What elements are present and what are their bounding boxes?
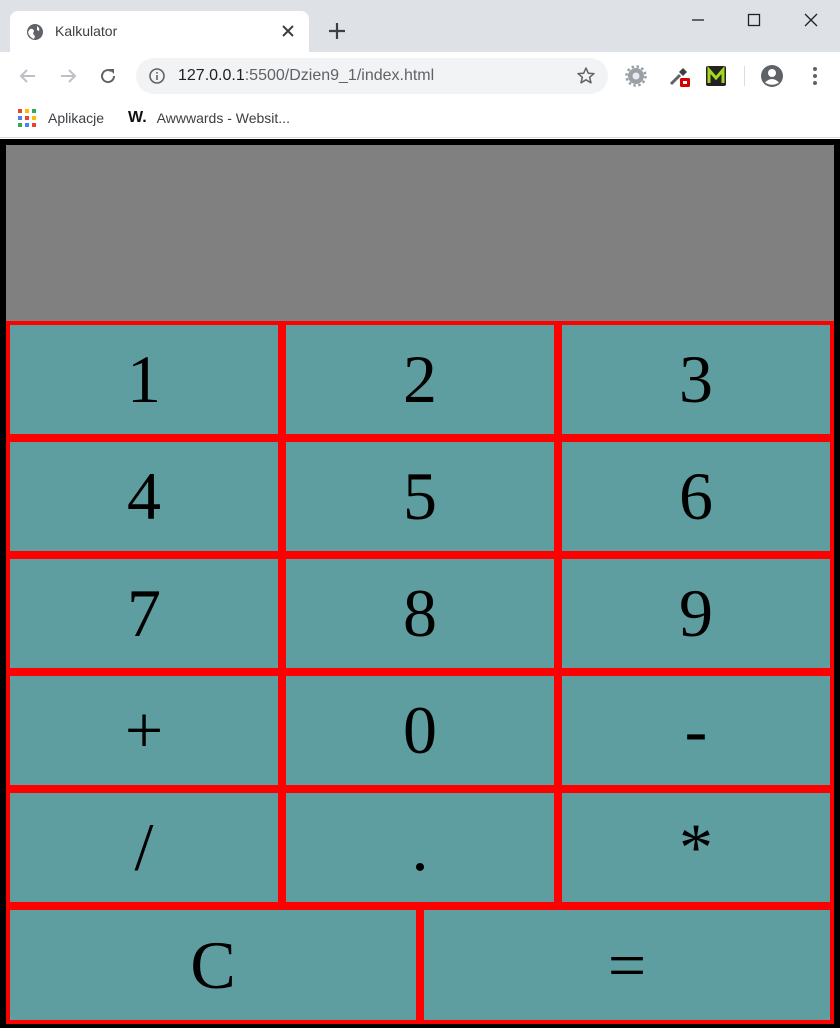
bookmark-apps[interactable]: Aplikacje: [18, 107, 104, 129]
key-minus[interactable]: -: [558, 672, 834, 789]
tab-title: Kalkulator: [55, 23, 118, 39]
active-tab[interactable]: Kalkulator: [10, 11, 309, 52]
globe-icon: [27, 24, 43, 40]
key-9[interactable]: 9: [558, 555, 834, 672]
key-multiply[interactable]: *: [558, 789, 834, 906]
site-info-icon[interactable]: [148, 67, 166, 85]
bookmark-apps-label: Aplikacje: [48, 110, 105, 126]
awwwards-logo-icon: W.: [128, 109, 147, 126]
url-text[interactable]: 127.0.0.1:5500/Dzien9_1/index.html: [178, 67, 434, 85]
calculator-page: 1 2 3 4 5 6 7 8 9 + 0 - / . * C =: [0, 139, 840, 1028]
bookmarks-bar: Aplikacje W. Awwwards - Websit...: [0, 100, 840, 138]
reload-icon[interactable]: [96, 64, 120, 88]
toolbar-separator: [744, 66, 745, 86]
back-arrow-icon[interactable]: [16, 64, 40, 88]
url-path: :5500/Dzien9_1/index.html: [244, 67, 435, 84]
key-divide[interactable]: /: [6, 789, 282, 906]
new-tab-icon[interactable]: [327, 21, 347, 41]
key-plus[interactable]: +: [6, 672, 282, 789]
key-6[interactable]: 6: [558, 438, 834, 555]
key-8[interactable]: 8: [282, 555, 558, 672]
url-host: 127.0.0.1: [178, 67, 245, 84]
key-equals[interactable]: =: [420, 906, 834, 1024]
key-4[interactable]: 4: [6, 438, 282, 555]
tab-strip: Kalkulator: [0, 0, 840, 52]
bookmark-star-icon[interactable]: [576, 66, 596, 86]
close-window-icon[interactable]: [799, 8, 823, 32]
key-1[interactable]: 1: [6, 321, 282, 438]
bookmark-awwwards[interactable]: W. Awwwards - Websit...: [128, 107, 290, 129]
apps-grid-icon: [18, 109, 36, 127]
browser-toolbar: 127.0.0.1:5500/Dzien9_1/index.html: [0, 52, 840, 100]
color-picker-extension-icon[interactable]: [667, 64, 691, 88]
gear-extension-icon[interactable]: [624, 64, 648, 88]
key-decimal-point[interactable]: .: [282, 789, 558, 906]
key-0[interactable]: 0: [282, 672, 558, 789]
forward-arrow-icon[interactable]: [56, 64, 80, 88]
key-5[interactable]: 5: [282, 438, 558, 555]
key-2[interactable]: 2: [282, 321, 558, 438]
kebab-menu-icon[interactable]: [803, 64, 827, 88]
key-clear[interactable]: C: [6, 906, 420, 1024]
close-tab-icon[interactable]: [280, 23, 296, 39]
calculator-display: [6, 145, 834, 321]
bookmark-awwwards-label: Awwwards - Websit...: [156, 110, 290, 126]
minimize-window-icon[interactable]: [686, 8, 710, 32]
m-extension-icon[interactable]: [704, 64, 728, 88]
key-3[interactable]: 3: [558, 321, 834, 438]
profile-avatar-icon[interactable]: [760, 64, 784, 88]
address-bar[interactable]: 127.0.0.1:5500/Dzien9_1/index.html: [136, 58, 608, 94]
key-7[interactable]: 7: [6, 555, 282, 672]
maximize-window-icon[interactable]: [742, 8, 766, 32]
